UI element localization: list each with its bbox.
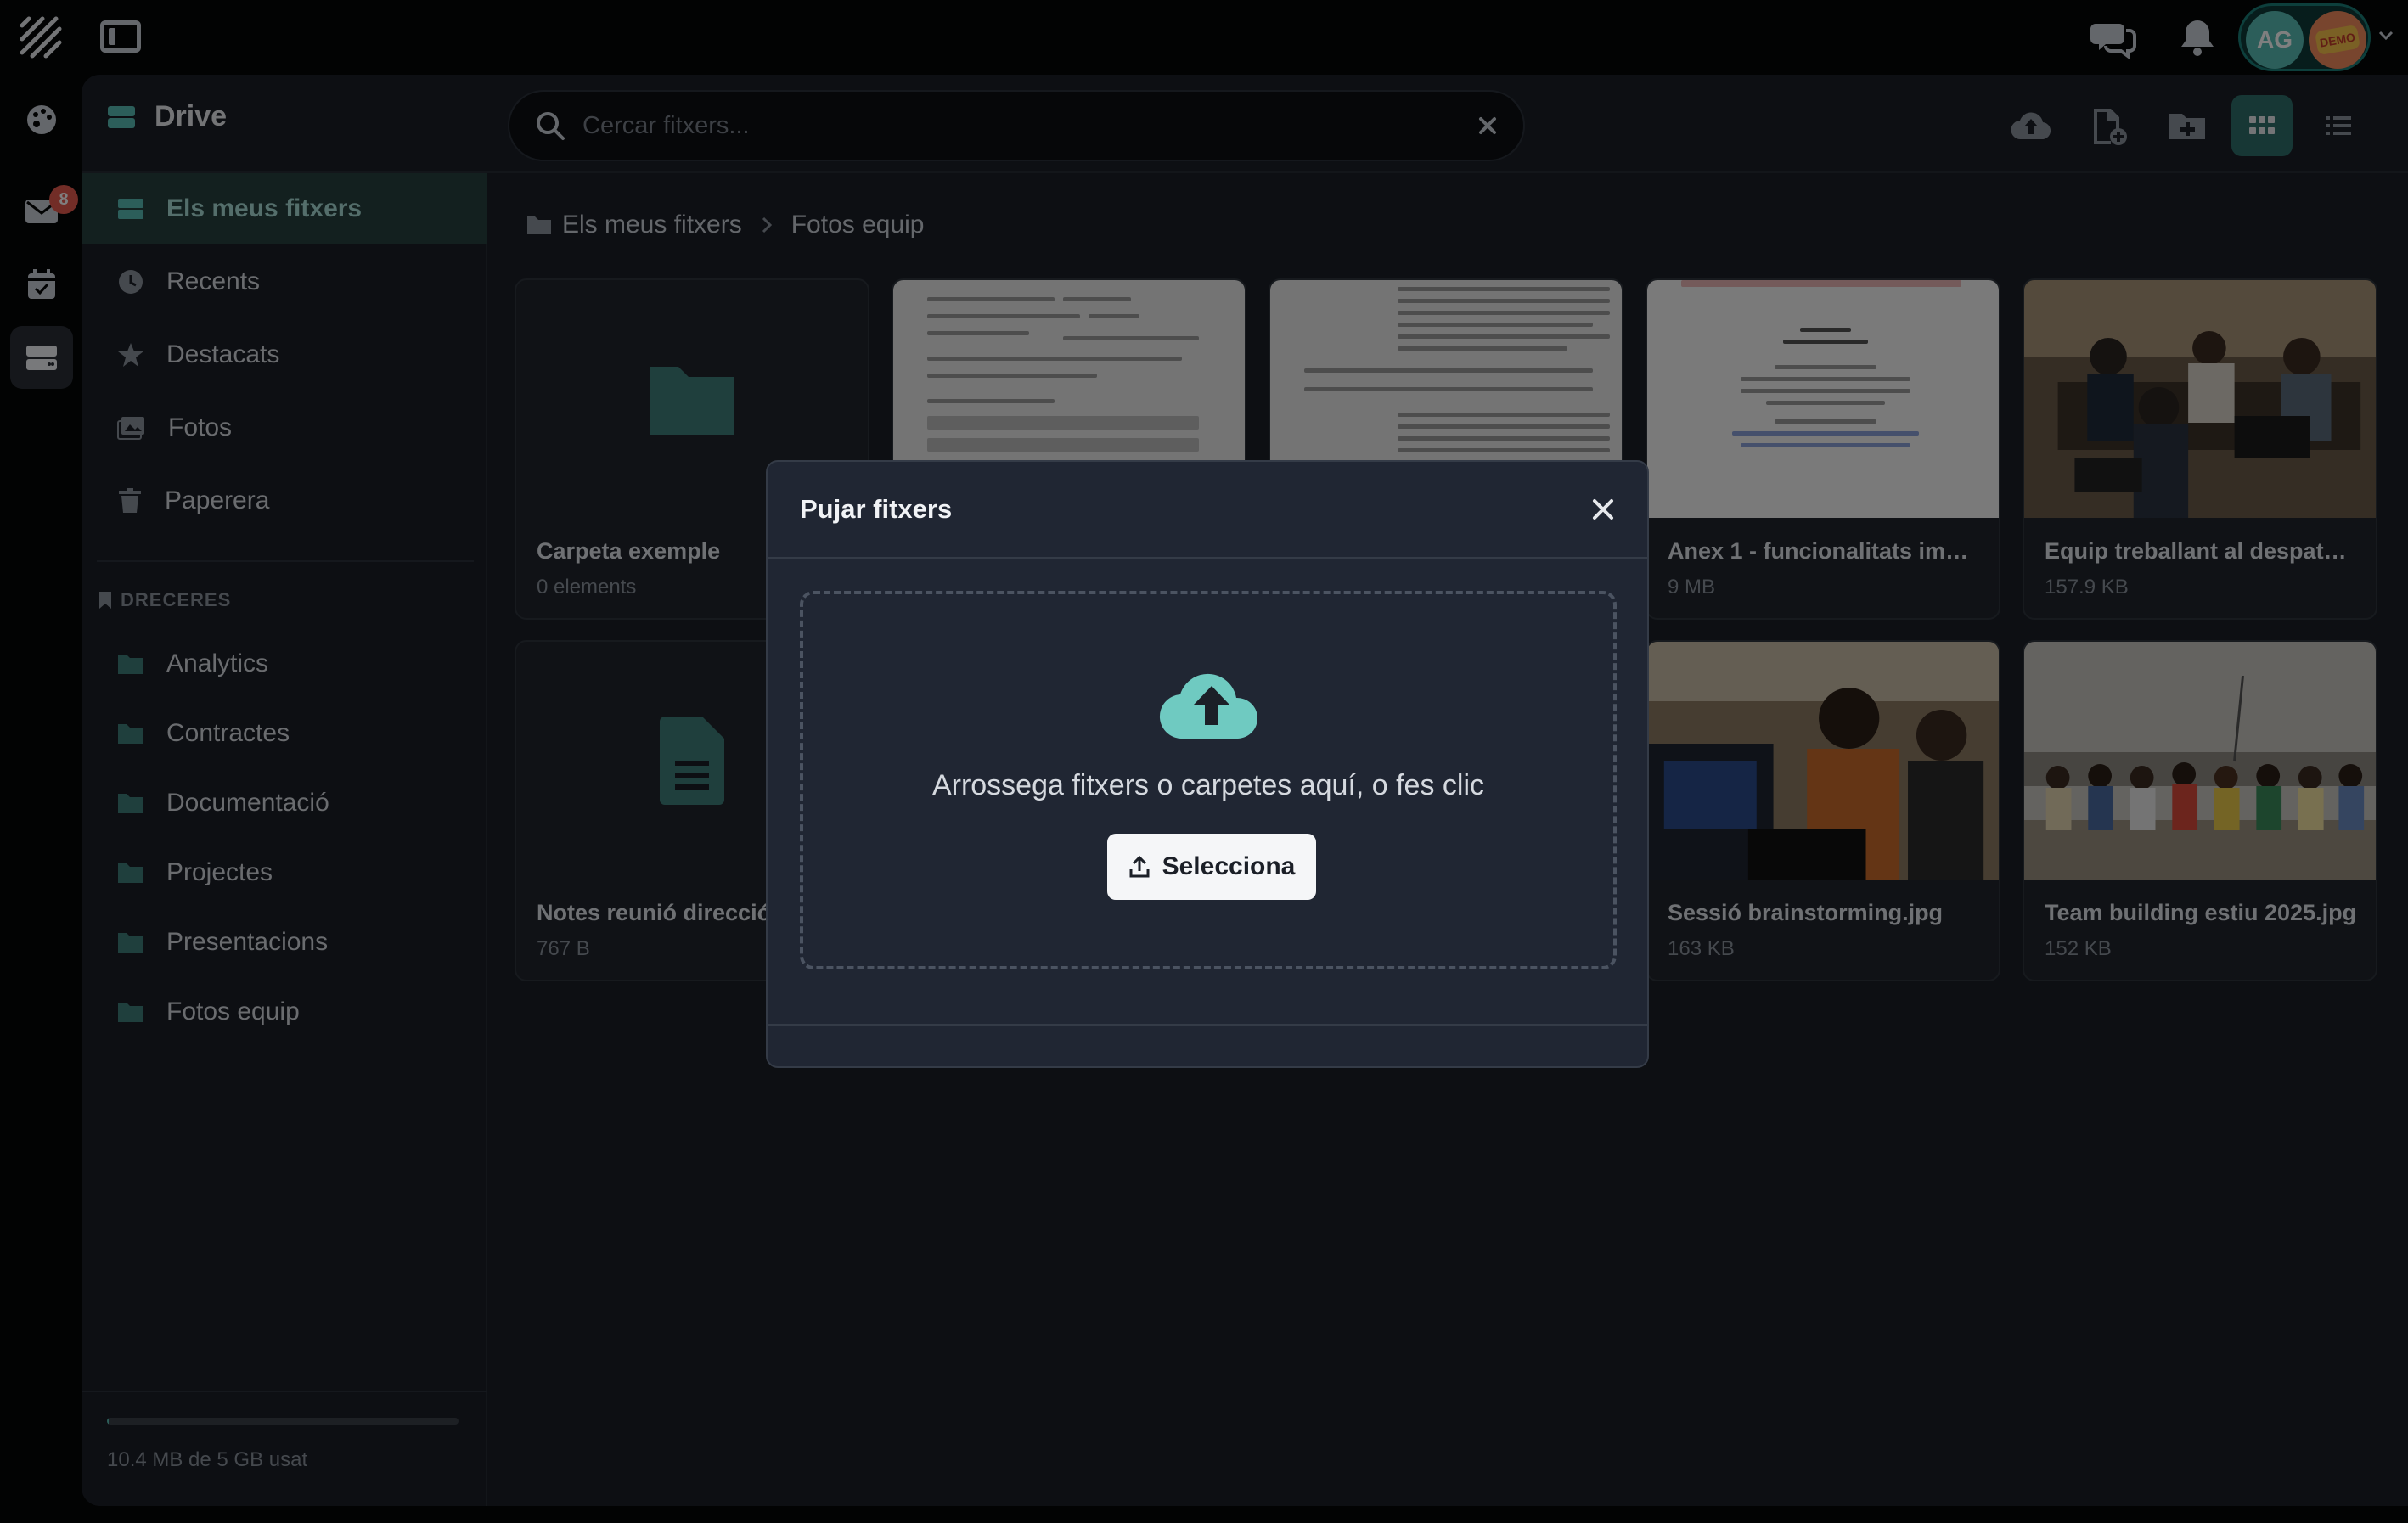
cloud-upload-icon [1159,673,1258,739]
dialog-footer-divider [768,1024,1647,1026]
upload-dialog: Pujar fitxers Arrossega fitxers o carpet… [766,460,1649,1068]
upload-dialog-header: Pujar fitxers [768,462,1647,559]
upload-icon [1129,855,1150,878]
dropzone-text: Arrossega fitxers o carpetes aquí, o fes… [931,769,1485,801]
upload-dropzone[interactable]: Arrossega fitxers o carpetes aquí, o fes… [800,591,1617,969]
select-files-label: Selecciona [1162,852,1296,880]
select-files-button[interactable]: Selecciona [1107,834,1316,900]
upload-dialog-title: Pujar fitxers [800,494,953,524]
close-icon[interactable] [1589,496,1617,523]
